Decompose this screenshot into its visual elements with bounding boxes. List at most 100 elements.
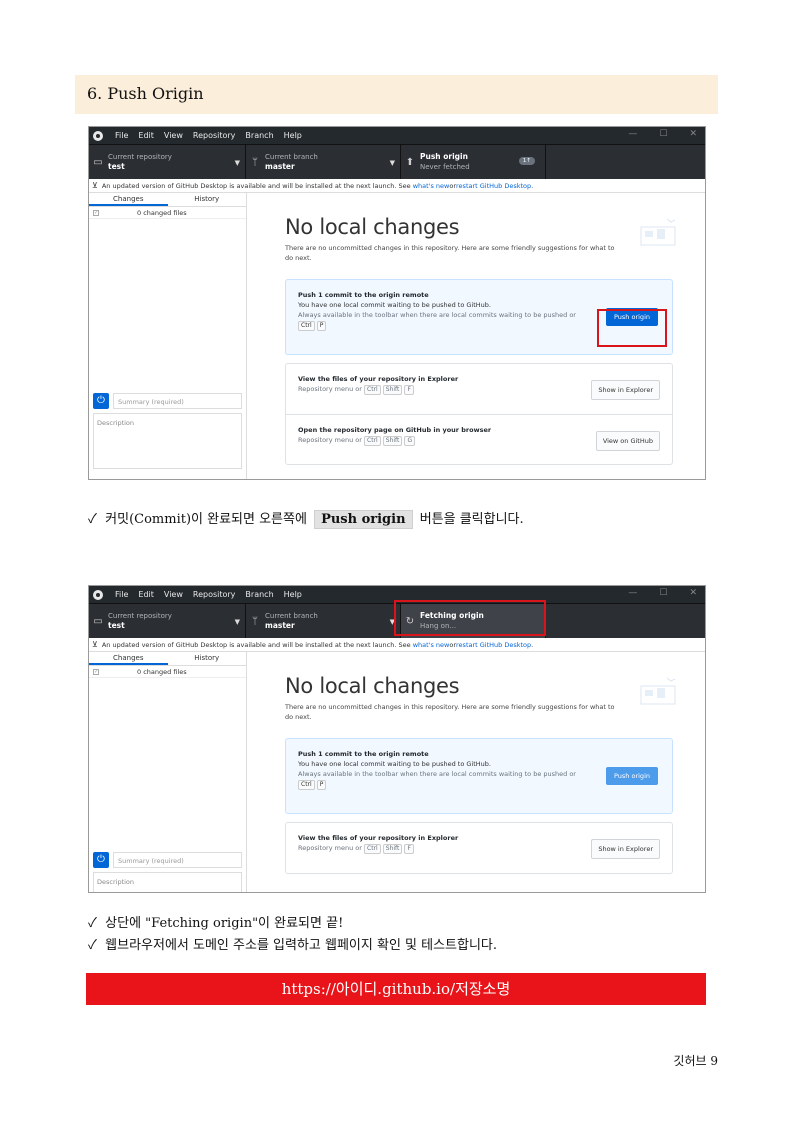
- branch-label: Current branch: [265, 612, 318, 620]
- kbd-shift: Shift: [382, 844, 403, 854]
- changed-files-count: 0 changed files: [137, 208, 187, 217]
- minimize-icon[interactable]: —: [628, 588, 637, 598]
- illustration-icon: [640, 218, 676, 246]
- chevron-down-icon: ▼: [234, 159, 240, 167]
- check-icon: ✓: [88, 916, 97, 931]
- menu-branch[interactable]: Branch: [245, 590, 273, 599]
- kbd-ctrl: Ctrl: [364, 844, 381, 854]
- tab-history[interactable]: History: [168, 652, 247, 665]
- restart-link[interactable]: restart GitHub Desktop: [456, 182, 531, 190]
- minimize-icon[interactable]: —: [628, 129, 637, 139]
- caption-2: ✓ 상단에 "Fetching origin"이 완료되면 끝!: [88, 912, 343, 931]
- push-card-title: Push 1 commit to the origin remote: [298, 291, 429, 299]
- menu-edit[interactable]: Edit: [138, 590, 154, 599]
- select-all-checkbox[interactable]: ✓: [93, 209, 99, 216]
- push-title: Push origin: [420, 152, 468, 161]
- changed-files-row: ✓ 0 changed files: [89, 207, 246, 219]
- menu-edit[interactable]: Edit: [138, 131, 154, 140]
- avatar[interactable]: ⏻: [93, 852, 109, 868]
- menu-help[interactable]: Help: [284, 590, 302, 599]
- menu-view[interactable]: View: [164, 590, 183, 599]
- menu-view[interactable]: View: [164, 131, 183, 140]
- github-logo-icon: [93, 589, 103, 600]
- update-notice: ⊻ An updated version of GitHub Desktop i…: [89, 638, 705, 652]
- current-branch-dropdown[interactable]: ᛘ Current branch master ▼: [246, 604, 401, 638]
- notice-text: An updated version of GitHub Desktop is …: [101, 181, 411, 190]
- show-in-explorer-button[interactable]: Show in Explorer: [591, 839, 660, 859]
- kbd-p: P: [316, 321, 327, 331]
- sidebar: Changes History ✓ 0 changed files ⏻ Summ…: [89, 652, 247, 892]
- avatar[interactable]: ⏻: [93, 393, 109, 409]
- repo-label: Current repository: [108, 612, 172, 620]
- no-changes-subtitle: There are no uncommitted changes in this…: [285, 244, 615, 262]
- section-title: 6. Push Origin: [75, 75, 718, 114]
- changed-files-count: 0 changed files: [137, 667, 187, 676]
- notice-end: .: [531, 640, 534, 649]
- description-input[interactable]: Description: [93, 872, 242, 892]
- menu-file[interactable]: File: [115, 131, 128, 140]
- tab-history[interactable]: History: [168, 193, 247, 206]
- restart-link[interactable]: restart GitHub Desktop: [456, 641, 531, 649]
- whats-new-link[interactable]: what's new: [413, 641, 450, 649]
- explorer-suggestion-card: View the files of your repository in Exp…: [286, 364, 672, 414]
- toolbar: ▭ Current repository test ▼ ᛘ Current br…: [89, 144, 705, 179]
- menu-repository[interactable]: Repository: [193, 131, 236, 140]
- main-panel: No local changes There are no uncommitte…: [247, 652, 705, 892]
- kbd-ctrl: Ctrl: [298, 321, 315, 331]
- view-on-github-button[interactable]: View on GitHub: [595, 431, 660, 451]
- branch-label: Current branch: [265, 153, 318, 161]
- kbd-g: G: [404, 436, 416, 446]
- notice-mid: or: [449, 181, 457, 190]
- changed-files-row: ✓ 0 changed files: [89, 666, 246, 678]
- push-card-hint: Always available in the toolbar when the…: [298, 311, 576, 319]
- caption-3-text: 웹브라우저에서 도메인 주소를 입력하고 웹페이지 확인 및 테스트합니다.: [105, 938, 498, 953]
- description-input[interactable]: Description: [93, 413, 242, 469]
- show-in-explorer-button[interactable]: Show in Explorer: [591, 380, 660, 400]
- menu-file[interactable]: File: [115, 590, 128, 599]
- current-repository-dropdown[interactable]: ▭ Current repository test ▼: [89, 145, 246, 179]
- current-branch-dropdown[interactable]: ᛘ Current branch master ▼: [246, 145, 401, 179]
- push-card-title: Push 1 commit to the origin remote: [298, 750, 429, 758]
- explorer-card-hint: Repository menu or: [298, 844, 362, 852]
- push-sub: Never fetched: [420, 163, 470, 171]
- repo-value: test: [108, 162, 125, 171]
- tab-changes[interactable]: Changes: [89, 652, 168, 665]
- highlight-box: [394, 600, 546, 636]
- whats-new-link[interactable]: what's new: [413, 182, 450, 190]
- push-origin-toolbar-button[interactable]: ⬆ Push origin Never fetched 1↑: [401, 145, 546, 179]
- chevron-down-icon: ▼: [234, 618, 240, 626]
- current-repository-dropdown[interactable]: ▭ Current repository test ▼: [89, 604, 246, 638]
- kbd-ctrl: Ctrl: [298, 780, 315, 790]
- branch-value: master: [265, 162, 295, 171]
- menu-help[interactable]: Help: [284, 131, 302, 140]
- menu-branch[interactable]: Branch: [245, 131, 273, 140]
- maximize-icon[interactable]: ☐: [659, 588, 667, 598]
- arrow-up-icon: ⬆: [405, 156, 415, 168]
- tab-changes[interactable]: Changes: [89, 193, 168, 206]
- repo-label: Current repository: [108, 153, 172, 161]
- kbd-ctrl: Ctrl: [364, 385, 381, 395]
- select-all-checkbox[interactable]: ✓: [93, 668, 99, 675]
- repo-value: test: [108, 621, 125, 630]
- commit-count-badge: 1↑: [518, 157, 535, 165]
- close-icon[interactable]: ✕: [689, 129, 697, 139]
- caption-1: ✓ 커밋(Commit)이 완료되면 오른쪽에 Push origin 버튼을 …: [88, 508, 524, 529]
- maximize-icon[interactable]: ☐: [659, 129, 667, 139]
- push-origin-button[interactable]: Push origin: [606, 767, 658, 785]
- branch-icon: ᛘ: [252, 615, 258, 627]
- close-icon[interactable]: ✕: [689, 588, 697, 598]
- kbd-f: F: [404, 844, 414, 854]
- summary-input[interactable]: Summary (required): [113, 393, 242, 409]
- repo-icon: ▭: [93, 156, 103, 168]
- chevron-down-icon: ▼: [389, 159, 395, 167]
- illustration-icon: [640, 677, 676, 705]
- menu-repository[interactable]: Repository: [193, 590, 236, 599]
- branch-icon: ᛘ: [252, 156, 258, 168]
- push-suggestion-card: Push 1 commit to the origin remote You h…: [285, 738, 673, 814]
- sidebar: Changes History ✓ 0 changed files ⏻ Summ…: [89, 193, 247, 479]
- kbd-shift: Shift: [382, 385, 403, 395]
- summary-input[interactable]: Summary (required): [113, 852, 242, 868]
- push-card-hint: Always available in the toolbar when the…: [298, 770, 576, 778]
- github-suggestion-card: Open the repository page on GitHub in yo…: [286, 414, 672, 464]
- caption-3: ✓ 웹브라우저에서 도메인 주소를 입력하고 웹페이지 확인 및 테스트합니다.: [88, 934, 497, 953]
